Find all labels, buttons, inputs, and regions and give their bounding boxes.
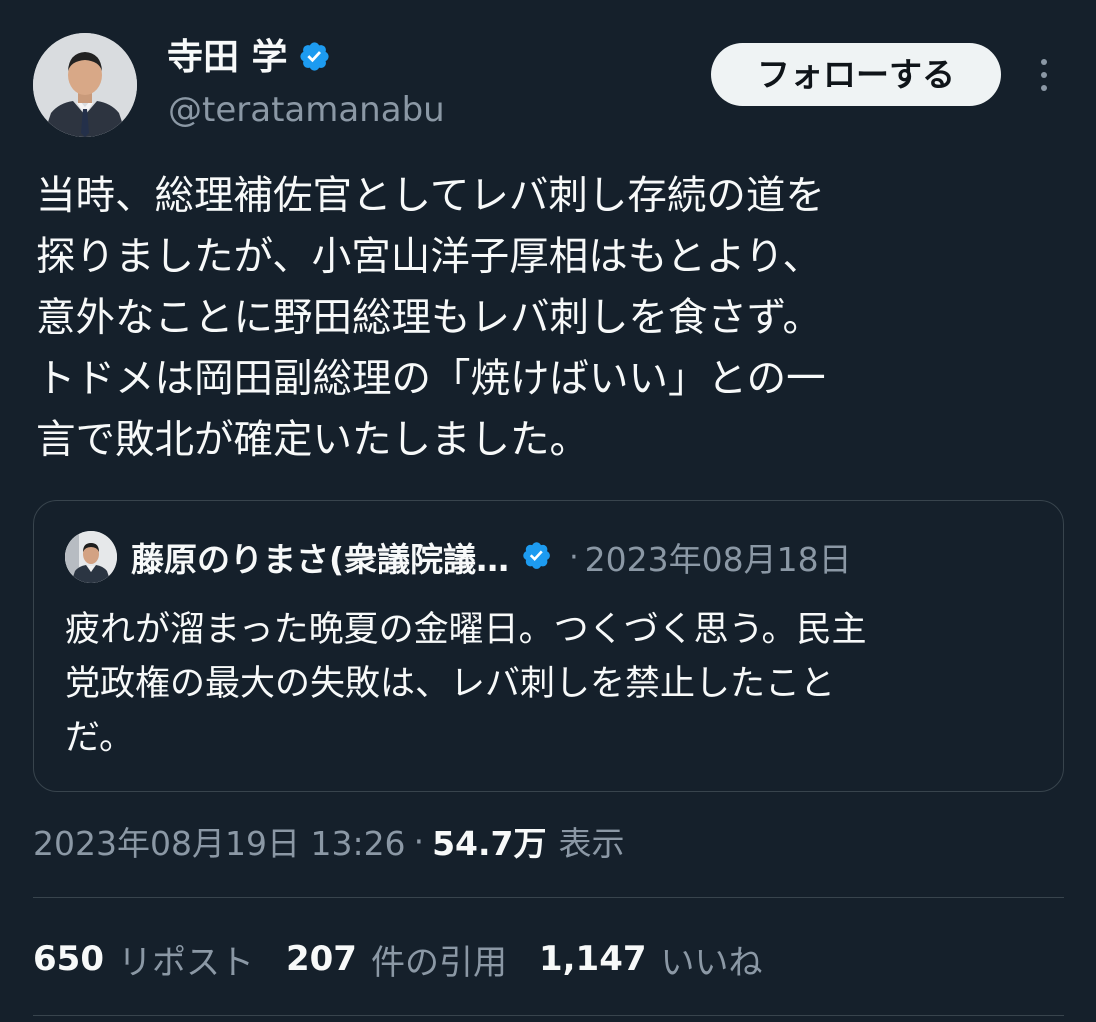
quote-text: 疲れが溜まった晩夏の金曜日。つくづく思う。民主 党政権の最大の失敗は、レバ刺しを… [65,603,1045,765]
tweet-text-line: 言で敗北が確定いたしました。 [36,417,589,463]
quote-stat[interactable]: 207 件の引用 [286,935,507,984]
more-icon[interactable] [1024,52,1064,98]
quote-header: 藤原のりまさ(衆議院議… · 2023年08月18日 [131,533,852,581]
quote-text-line: 疲れが溜まった晩夏の金曜日。つくづく思う。民主 [65,610,867,650]
divider [33,1015,1064,1016]
follow-button[interactable]: フォローする [711,43,1001,106]
verified-badge-icon [298,40,334,76]
quote-label: 件の引用 [370,942,507,983]
like-label: いいね [660,942,763,983]
more-dot [1041,72,1047,78]
meta-separator: · [413,821,425,861]
tweet-meta: 2023年08月19日 13:26 · 54.7万 表示 [33,818,624,864]
author-name-text: 寺田 学 [167,37,288,78]
tweet-text-line: 探りましたが、小宮山洋子厚相はもとより、 [36,234,823,280]
like-stat[interactable]: 1,147 いいね [539,935,763,984]
author-handle[interactable]: @teratamanabu [168,88,445,132]
quote-tweet-card[interactable]: 藤原のりまさ(衆議院議… · 2023年08月18日 疲れが溜まった晩夏の金曜日… [33,500,1064,792]
repost-count: 650 [33,939,104,979]
like-count: 1,147 [538,939,647,979]
quote-count: 207 [285,939,357,979]
quote-text-line: 党政権の最大の失敗は、レバ刺しを禁止したこと [65,664,836,704]
tweet-text: 当時、総理補佐官としてレバ刺し存続の道を 探りましたが、小宮山洋子厚相はもとより… [36,166,1066,471]
tweet-timestamp[interactable]: 2023年08月19日 13:26 [33,817,406,865]
more-dot [1041,59,1047,65]
author-display-name[interactable]: 寺田 学 [167,36,334,80]
tweet-text-line: 当時、総理補佐官としてレバ刺し存続の道を [36,173,825,219]
quote-date[interactable]: 2023年08月18日 [585,533,852,581]
views-count: 54.7万 [432,824,547,863]
quote-text-line: だ。 [65,718,134,758]
repost-stat[interactable]: 650 リポスト [33,935,254,984]
divider [33,897,1064,898]
author-avatar[interactable] [33,33,137,137]
verified-badge-icon [521,540,555,574]
views-label: 表示 [558,824,625,863]
quote-author-name[interactable]: 藤原のりまさ(衆議院議… [131,533,509,581]
more-dot [1041,85,1047,91]
tweet-text-line: トドメは岡田副総理の「焼けばいい」との一 [36,356,826,402]
quote-separator: · [569,539,579,575]
engagement-stats: 650 リポスト 207 件の引用 1,147 いいね [33,935,795,984]
tweet-text-line: 意外なことに野田総理もレバ刺しを食さず。 [36,295,823,341]
repost-label: リポスト [117,942,254,983]
quote-author-avatar[interactable] [65,531,117,583]
